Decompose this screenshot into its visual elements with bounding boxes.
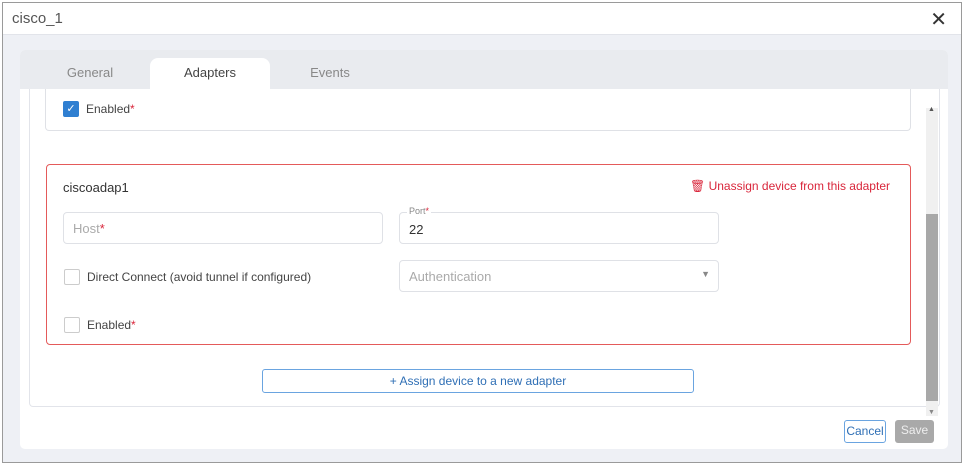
authentication-select[interactable]: Authentication ▼ — [399, 260, 719, 292]
dialog-window: cisco_1 ✕ General Adapters Events ✓ Enab… — [2, 2, 962, 463]
host-input[interactable]: Host* — [63, 212, 383, 244]
plus-icon: + — [390, 374, 397, 388]
unassign-button[interactable]: 🗑 Unassign device from this adapter — [690, 179, 890, 193]
direct-connect-label: Direct Connect (avoid tunnel if configur… — [87, 270, 311, 284]
scroll-up-icon[interactable]: ▲ — [928, 106, 935, 113]
adapter-name: ciscoadap1 — [63, 180, 129, 195]
scroll-down-icon[interactable]: ▼ — [928, 409, 935, 416]
enabled-checkbox[interactable] — [64, 317, 80, 333]
port-value: 22 — [409, 222, 423, 237]
scrollbar-thumb[interactable] — [926, 214, 938, 401]
close-icon[interactable]: ✕ — [930, 7, 947, 32]
enabled-label: Enabled* — [86, 102, 135, 116]
cancel-button[interactable]: Cancel — [844, 420, 886, 443]
trash-icon: 🗑 — [690, 179, 705, 193]
port-label: Port* — [407, 206, 431, 216]
adapters-content: ✓ Enabled* ciscoadap1 🗑 Unassign device … — [29, 89, 940, 407]
tab-adapters[interactable]: Adapters — [150, 58, 270, 89]
tab-bar: General Adapters Events — [20, 50, 948, 89]
enabled-checkbox-checked[interactable]: ✓ — [63, 101, 79, 117]
direct-connect-checkbox[interactable] — [64, 269, 80, 285]
port-input[interactable]: Port* 22 — [399, 212, 719, 244]
previous-adapter-card: ✓ Enabled* — [45, 89, 911, 131]
assign-adapter-button[interactable]: + Assign device to a new adapter — [262, 369, 694, 393]
save-button[interactable]: Save — [895, 420, 934, 443]
adapter-card: ciscoadap1 🗑 Unassign device from this a… — [46, 164, 911, 345]
dialog-title: cisco_1 — [12, 10, 63, 27]
tab-events[interactable]: Events — [270, 58, 390, 89]
tab-general[interactable]: General — [30, 58, 150, 89]
dropdown-arrow-icon: ▼ — [701, 269, 710, 279]
dialog-panel: General Adapters Events ✓ Enabled* cisco… — [20, 50, 948, 449]
scrollbar[interactable]: ▲ ▼ — [926, 108, 938, 416]
title-bar: cisco_1 ✕ — [3, 3, 961, 35]
enabled-label: Enabled* — [87, 318, 136, 332]
